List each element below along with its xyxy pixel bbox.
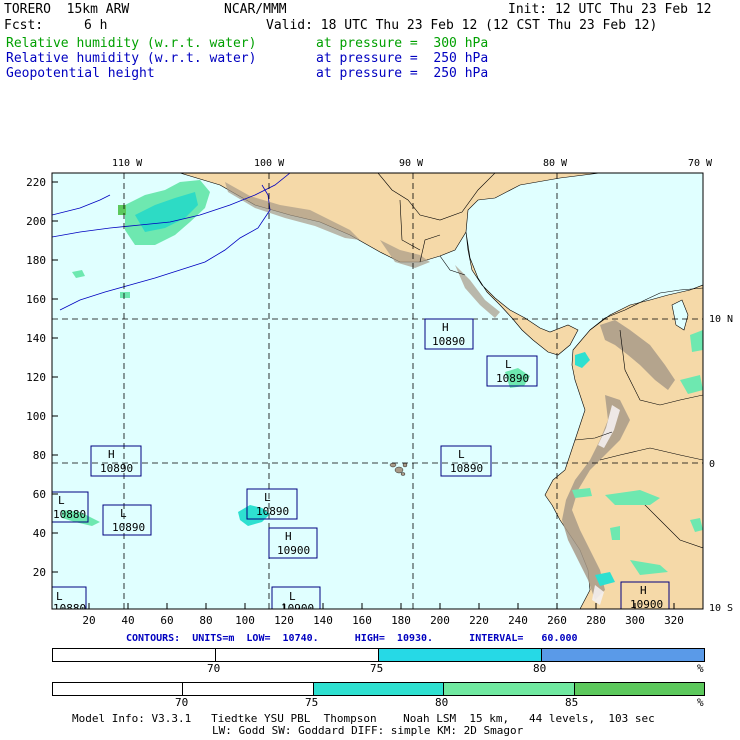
x-tick-label: 260	[547, 614, 567, 627]
height-letter: H	[108, 448, 115, 461]
colorbar-segment	[216, 649, 379, 661]
height-value: 10900	[277, 544, 310, 557]
y-tick-label: 40	[33, 527, 46, 540]
y-tick-label: 160	[26, 293, 46, 306]
height-letter: L	[458, 448, 465, 461]
x-tick-label: 320	[664, 614, 684, 627]
height-letter: L	[264, 491, 271, 504]
x-tick-label: 80	[199, 614, 212, 627]
lon-label-80w: 80 W	[543, 158, 568, 169]
lat-label-0: 0	[709, 459, 715, 470]
y-tick-label: 180	[26, 254, 46, 267]
colorbar-tick: 80	[533, 662, 547, 675]
x-tick-label: 100	[235, 614, 255, 627]
lon-label-100w: 100 W	[254, 158, 285, 169]
height-value: 10880	[53, 508, 86, 521]
y-tick-label: 100	[26, 410, 46, 423]
colorbar-tick: 85	[565, 696, 579, 709]
x-tick-label: 240	[508, 614, 528, 627]
y-tick-label: 200	[26, 215, 46, 228]
colorbar-tick: %	[697, 662, 704, 675]
lat-label-10n: 10 N	[709, 314, 733, 325]
x-tick-label: 20	[82, 614, 95, 627]
y-tick-label: 20	[33, 566, 46, 579]
height-letter: H	[640, 584, 647, 597]
height-letter: L	[505, 358, 512, 371]
x-tick-label: 220	[469, 614, 489, 627]
x-tick-label: 160	[352, 614, 372, 627]
x-tick-label: 300	[625, 614, 645, 627]
rh-300-colorbar	[52, 682, 705, 696]
height-letter: L	[120, 507, 127, 520]
lon-label-90w: 90 W	[399, 158, 424, 169]
x-tick-label: 140	[313, 614, 333, 627]
x-tick-label: 60	[160, 614, 173, 627]
height-letter: H	[285, 530, 292, 543]
colorbar-tick: 70	[207, 662, 221, 675]
height-value: 10890	[256, 505, 289, 518]
lon-label-70w: 70 W	[688, 158, 713, 169]
y-tick-label: 80	[33, 449, 46, 462]
model-info-line-2: LW: Godd SW: Goddard DIFF: simple KM: 2D…	[212, 724, 524, 737]
x-tick-label: 120	[274, 614, 294, 627]
rh-250-colorbar	[52, 648, 705, 662]
colorbar-segment	[53, 683, 184, 695]
colorbar-segment	[379, 649, 542, 661]
colorbar-segment	[53, 649, 216, 661]
height-value: 10890	[112, 521, 145, 534]
height-value: 10890	[450, 462, 483, 475]
colorbar-tick: 75	[370, 662, 384, 675]
colorbar-segment	[574, 683, 705, 695]
contours-info: CONTOURS: UNITS=m LOW= 10740. HIGH= 1093…	[126, 633, 578, 644]
lon-label-110w: 110 W	[112, 158, 143, 169]
colorbar-segment	[183, 683, 314, 695]
y-tick-label: 220	[26, 176, 46, 189]
height-value: 10890	[496, 372, 529, 385]
map-figure: 110 W 100 W 90 W 80 W 70 W 10 N 0 10 S H…	[26, 158, 733, 627]
colorbar-tick: 80	[435, 696, 449, 709]
colorbar-segment	[444, 683, 575, 695]
y-tick-label: 140	[26, 332, 46, 345]
height-value: 10890	[100, 462, 133, 475]
height-value: 10890	[432, 335, 465, 348]
colorbar-segment	[542, 649, 704, 661]
colorbar-segment	[313, 683, 445, 695]
colorbar-tick: %	[697, 696, 704, 709]
height-letter: H	[442, 321, 449, 334]
x-tick-label: 180	[391, 614, 411, 627]
y-tick-label: 120	[26, 371, 46, 384]
x-tick-label: 200	[430, 614, 450, 627]
x-tick-label: 280	[586, 614, 606, 627]
y-tick-label: 60	[33, 488, 46, 501]
lat-label-10s: 10 S	[709, 603, 733, 614]
colorbar-tick: 75	[305, 696, 319, 709]
x-tick-label: 40	[121, 614, 134, 627]
colorbar-tick: 70	[175, 696, 189, 709]
height-letter: L	[58, 494, 65, 507]
